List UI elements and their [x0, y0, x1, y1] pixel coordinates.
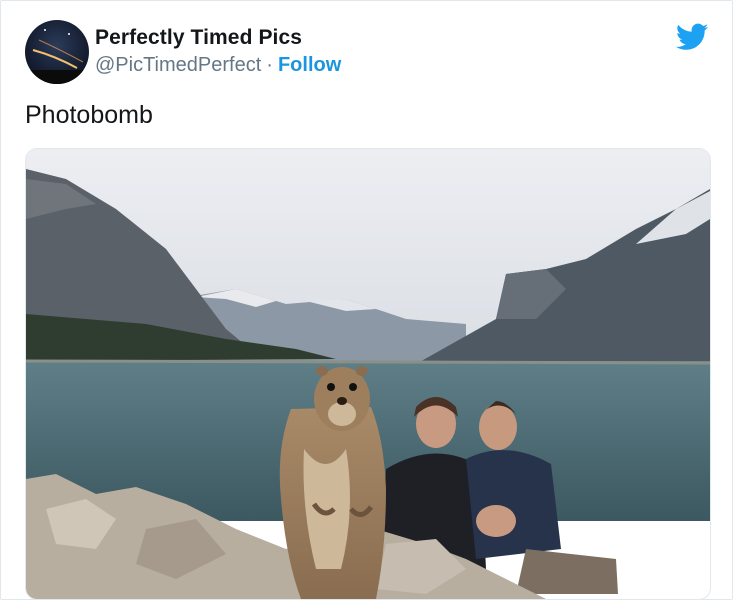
- tweet-photo[interactable]: [25, 148, 711, 600]
- twitter-bird-icon[interactable]: [676, 23, 708, 51]
- separator-dot: ·: [266, 54, 273, 76]
- tweet-card: Perfectly Timed Pics @PicTimedPerfect · Fo…: [0, 0, 733, 600]
- tweet-text: Photobomb: [25, 101, 153, 129]
- author-handle[interactable]: @PicTimedPerfect: [95, 54, 261, 76]
- photobomb-photo: [26, 149, 710, 599]
- author-handle-row: @PicTimedPerfect · Follow: [95, 54, 341, 77]
- follow-button[interactable]: Follow: [278, 54, 341, 76]
- night-sky-avatar-icon: [25, 20, 89, 84]
- author-name[interactable]: Perfectly Timed Pics: [95, 26, 302, 50]
- author-avatar[interactable]: [25, 20, 89, 84]
